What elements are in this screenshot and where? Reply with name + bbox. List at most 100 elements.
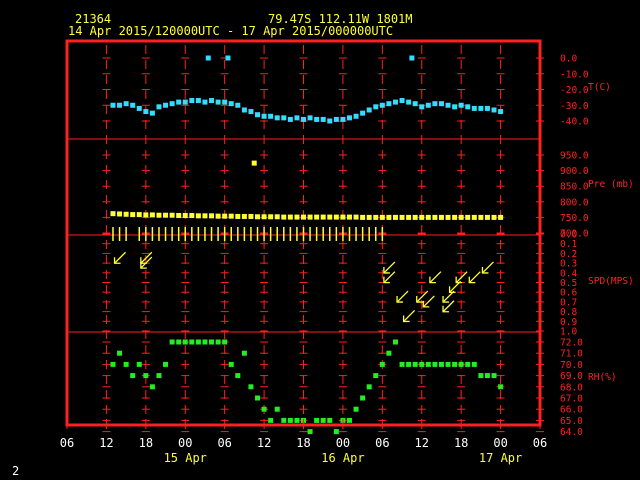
data-point xyxy=(225,55,231,61)
wind-arrow xyxy=(396,290,409,303)
y-tick-label: -10.0 xyxy=(560,69,589,80)
data-point xyxy=(379,214,385,220)
data-point xyxy=(202,339,208,345)
wind-arrow-shaft xyxy=(396,290,409,303)
wind-arrow xyxy=(113,251,127,264)
data-point xyxy=(346,214,352,220)
data-point xyxy=(491,373,497,379)
y-tick-label: 800.0 xyxy=(560,197,589,208)
wind-arrow-shaft xyxy=(468,271,481,284)
data-point xyxy=(274,115,280,121)
panels: 0.0 -10.0 -20.0 -30.0 -40.0 T(C) 950.0 900.0 850… xyxy=(110,54,634,438)
x-tick-label: 06 xyxy=(375,436,389,450)
data-point xyxy=(248,213,254,219)
data-point xyxy=(445,102,451,108)
data-point xyxy=(176,339,182,345)
data-point xyxy=(182,99,188,105)
data-point xyxy=(281,417,287,423)
x-tick-label: 12 xyxy=(99,436,113,450)
data-point xyxy=(419,104,425,110)
panel-label: RH(%) xyxy=(588,372,617,383)
data-point xyxy=(182,213,188,219)
data-point xyxy=(202,99,208,105)
data-point xyxy=(130,373,136,379)
data-point xyxy=(419,214,425,220)
date-label: 15 Apr xyxy=(164,451,207,465)
data-point xyxy=(189,339,195,345)
data-point xyxy=(452,104,458,110)
data-point xyxy=(438,214,444,220)
wind-arrow-shaft xyxy=(403,309,416,322)
x-tick-label: 18 xyxy=(139,436,153,450)
data-point xyxy=(340,116,346,122)
data-point xyxy=(419,361,425,367)
data-point xyxy=(320,116,326,122)
data-point xyxy=(235,373,241,379)
data-point xyxy=(189,213,195,219)
data-point xyxy=(205,55,211,61)
data-point xyxy=(143,109,149,115)
data-point xyxy=(353,406,359,412)
y-tick-label: 900.0 xyxy=(560,166,589,177)
data-point xyxy=(301,116,306,122)
data-point xyxy=(228,213,234,219)
data-point xyxy=(307,115,313,121)
data-point xyxy=(333,429,339,435)
data-point xyxy=(268,113,274,119)
data-point xyxy=(478,214,484,220)
data-point xyxy=(268,214,274,220)
data-point xyxy=(307,429,313,435)
data-point xyxy=(360,110,366,116)
y-tick-label: 66.0 xyxy=(560,405,583,416)
data-point xyxy=(386,101,392,107)
data-point xyxy=(314,417,320,423)
data-point xyxy=(406,99,412,105)
data-point xyxy=(314,214,320,220)
data-point xyxy=(425,102,431,108)
data-point xyxy=(130,102,136,108)
data-point xyxy=(340,214,346,220)
data-point xyxy=(458,102,464,108)
data-point xyxy=(438,361,444,367)
data-point xyxy=(136,212,142,218)
data-point xyxy=(327,417,333,423)
data-point xyxy=(123,211,129,217)
data-point xyxy=(458,361,464,367)
data-point xyxy=(373,214,379,220)
data-point xyxy=(169,212,175,218)
data-point xyxy=(412,214,418,220)
data-point xyxy=(189,98,195,104)
data-point xyxy=(176,213,182,219)
data-point xyxy=(268,417,274,423)
data-point xyxy=(274,214,280,220)
data-point xyxy=(117,350,123,356)
data-point xyxy=(425,214,431,220)
panel-label: T(C) xyxy=(588,82,611,93)
y-tick-label: 72.0 xyxy=(560,338,583,349)
data-point xyxy=(498,384,504,390)
data-point xyxy=(136,361,142,367)
data-point xyxy=(346,115,352,121)
date-label: 17 Apr xyxy=(479,451,522,465)
data-point xyxy=(366,384,372,390)
data-point xyxy=(130,212,136,218)
data-point xyxy=(445,361,451,367)
x-tick-label: 12 xyxy=(257,436,271,450)
data-point xyxy=(143,212,149,218)
data-point xyxy=(327,214,333,220)
data-point xyxy=(261,406,267,412)
data-point xyxy=(235,213,241,219)
data-point xyxy=(471,214,477,220)
data-point xyxy=(287,116,293,122)
data-point xyxy=(163,212,169,218)
data-point xyxy=(143,373,149,379)
data-point xyxy=(248,109,254,115)
y-tick-label: -30.0 xyxy=(560,101,589,112)
data-point xyxy=(287,417,293,423)
data-point xyxy=(117,102,123,108)
data-point xyxy=(274,406,280,412)
data-point xyxy=(399,361,405,367)
data-point xyxy=(281,214,287,220)
panel-label: SPD(MPS) xyxy=(588,276,634,287)
y-tick-label: 850.0 xyxy=(560,182,589,193)
